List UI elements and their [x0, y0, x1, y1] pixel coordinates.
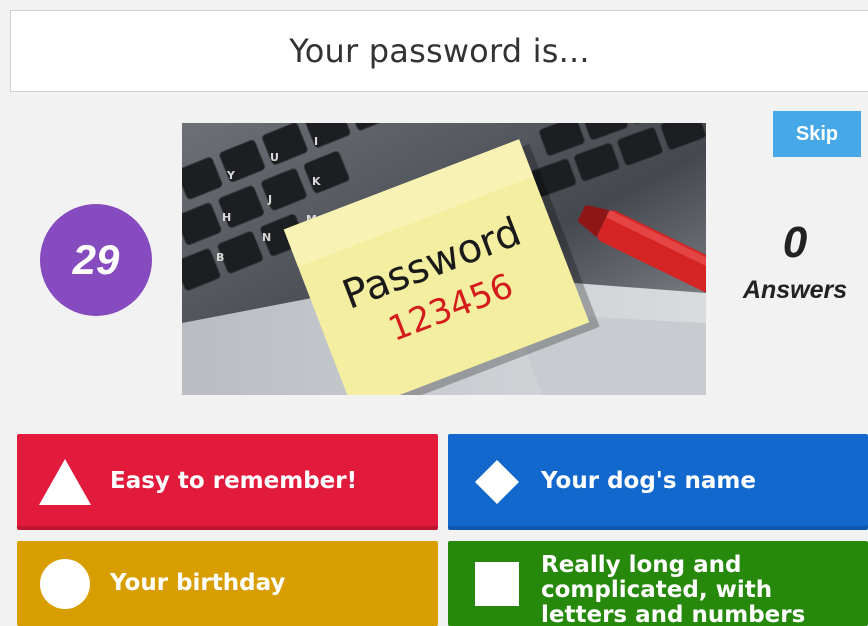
circle-icon [39, 558, 91, 609]
key-label: Y [226, 169, 236, 182]
timer-value: 29 [72, 236, 120, 283]
key-label: H [222, 211, 231, 224]
key-label: J [267, 193, 272, 206]
countdown-timer: 29 [40, 204, 152, 316]
answer-option-triangle[interactable]: Easy to remember! [17, 434, 438, 530]
answer-option-square[interactable]: Really long and complicated, with letter… [448, 541, 868, 626]
key-label: B [216, 251, 224, 264]
answers-label: Answers [742, 276, 848, 304]
question-title: Your password is... [289, 32, 590, 70]
skip-button[interactable]: Skip [773, 111, 861, 157]
key-label: U [270, 151, 279, 164]
square-icon [468, 561, 526, 606]
answer-label: Your dog's name [541, 468, 756, 495]
diamond-icon [468, 460, 526, 504]
answers-count: 0 [782, 218, 808, 267]
answer-label: Easy to remember! [110, 468, 358, 495]
key-label: I [314, 135, 318, 148]
question-header: Your password is... [10, 10, 868, 92]
keyboard-sticky-note-illustration: Y U I H J K B N M Password 123456 [182, 123, 706, 395]
answer-label: Really long and complicated, with letter… [541, 551, 806, 626]
key-label: K [312, 175, 321, 188]
key-label: N [262, 231, 271, 244]
answer-option-circle[interactable]: Your birthday [17, 541, 438, 626]
answer-option-diamond[interactable]: Your dog's name [448, 434, 868, 530]
triangle-icon [39, 459, 91, 505]
question-image: Y U I H J K B N M Password 123456 [182, 123, 706, 395]
answer-label: Your birthday [110, 569, 286, 596]
